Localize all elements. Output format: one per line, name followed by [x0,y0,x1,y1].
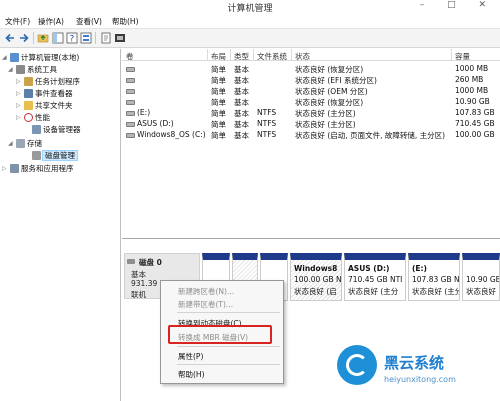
expand-icon[interactable]: ▷ [16,102,24,109]
tree-item-system-tools[interactable]: ◢ 系统工具 [8,64,57,76]
toolbar-separator [95,32,96,44]
volume-table-header: 卷 布局 类型 文件系统 状态 容量 [122,49,500,61]
table-row[interactable]: Windows8_OS (C:) 简单 基本 NTFS 状态良好 (启动, 页面… [122,129,500,140]
partition-recovery-2[interactable]: 10.90 GB 状态良好 [462,253,500,301]
help-icon[interactable]: ? [66,32,78,44]
connect-icon[interactable] [114,32,126,44]
services-icon [10,164,19,173]
highlight-box [168,325,272,344]
tree-item-services-applications[interactable]: ▷ 服务和应用程序 [2,163,74,175]
menu-new-striped-volume[interactable]: 新建带区卷(T)... [178,299,233,310]
tree-item-task-scheduler[interactable]: ▷ 任务计划程序 [16,76,80,88]
tree-item-device-manager[interactable]: 设备管理器 [24,124,81,136]
drive-icon [126,121,135,127]
menu-view[interactable]: 查看(V) [76,16,102,27]
toolbar-separator [33,32,34,44]
collapse-icon[interactable]: ◢ [8,140,16,147]
table-row[interactable]: 简单 基本 状态良好 (OEM 分区) 1000 MB [122,85,500,96]
window-controls[interactable]: – □ ✕ [420,0,496,10]
disk-icon [127,259,135,264]
storage-icon [16,139,25,148]
drive-icon [126,77,135,83]
drive-icon [126,99,135,105]
collapse-icon[interactable]: ◢ [2,54,10,61]
partition-windows8-c[interactable]: Windows8 100.00 GB N 状态良好 (启 [290,253,342,301]
title-bar: 计算机管理 – □ ✕ [0,0,500,14]
console-view-icon[interactable] [80,32,92,44]
device-manager-icon [32,125,41,134]
disk-size: 931.39 [131,279,158,288]
menu-separator [177,346,280,347]
menu-properties[interactable]: 属性(P) [178,351,203,362]
table-row[interactable]: 简单 基本 状态良好 (EFI 系统分区) 260 MB [122,74,500,85]
tree-item-computer-management[interactable]: ◢ 计算机管理(本地) [2,52,79,64]
column-filesystem[interactable]: 文件系统 [257,51,287,62]
forward-arrow-icon[interactable] [18,32,30,44]
shared-folder-icon [24,101,33,110]
tree-item-performance[interactable]: ▷ 性能 [16,112,50,124]
back-arrow-icon[interactable] [4,32,16,44]
menu-action[interactable]: 操作(A) [38,16,64,27]
collapse-icon[interactable]: ◢ [8,66,16,73]
table-row[interactable]: 简单 基本 状态良好 (恢复分区) 10.90 GB [122,96,500,107]
tree-item-shared-folders[interactable]: ▷ 共享文件夹 [16,100,73,112]
disk-management-icon [32,151,41,160]
properties-icon[interactable] [100,32,112,44]
partition-asus-d[interactable]: ASUS (D:) 710.45 GB NTI 状态良好 (主分 [344,253,406,301]
expand-icon[interactable]: ▷ [16,78,24,85]
column-volume[interactable]: 卷 [126,51,134,62]
system-tools-icon [16,65,25,74]
drive-icon [126,132,135,138]
drive-icon [126,88,135,94]
tree-item-storage[interactable]: ◢ 存储 [8,138,42,150]
expand-icon[interactable]: ▷ [16,90,24,97]
menu-help-item[interactable]: 帮助(H) [178,369,205,380]
tree-item-event-viewer[interactable]: ▷ 事件查看器 [16,88,73,100]
column-layout[interactable]: 布局 [211,51,226,62]
clock-icon [24,77,33,86]
expand-icon[interactable]: ▷ [2,165,10,172]
watermark-url: heiyunxitong.com [384,375,456,384]
navigation-tree: ◢ 计算机管理(本地) ◢ 系统工具 ▷ 任务计划程序 ▷ 事件查看器 ▷ 共享文件夹 ▷… [0,49,121,401]
menu-file[interactable]: 文件(F) [5,16,30,27]
partition-e[interactable]: (E:) 107.83 GB NT 状态良好 (主分 [408,253,460,301]
drive-icon [126,110,135,116]
volume-table: 卷 布局 类型 文件系统 状态 容量 简单 基本 状态良好 (恢复分区) 100… [122,49,500,239]
table-row[interactable]: ASUS (D:) 简单 基本 NTFS 状态良好 (主分区) 710.45 G… [122,118,500,129]
computer-management-icon [10,53,19,62]
drive-icon [126,66,135,72]
up-folder-icon[interactable] [37,32,49,44]
menu-bar: 文件(F) 操作(A) 查看(V) 帮助(H) [0,13,500,29]
svg-text:?: ? [70,35,75,45]
disk-name: 磁盘 0 [139,258,162,267]
menu-help[interactable]: 帮助(H) [112,16,139,27]
column-type[interactable]: 类型 [234,51,249,62]
performance-icon [24,113,33,122]
disk-state: 联机 [131,290,146,299]
column-status[interactable]: 状态 [295,51,310,62]
event-log-icon [24,89,33,98]
column-capacity[interactable]: 容量 [455,51,470,62]
toolbar: ? [0,29,500,48]
menu-separator [177,364,280,365]
table-row[interactable]: 简单 基本 状态良好 (恢复分区) 1000 MB [122,63,500,74]
watermark-brand: 黑云系统 [384,354,445,372]
tree-item-disk-management[interactable]: 磁盘管理 [24,150,78,162]
menu-new-spanned-volume[interactable]: 新建跨区卷(N)... [178,286,234,297]
table-row[interactable]: (E:) 简单 基本 NTFS 状态良好 (主分区) 107.83 GB [122,107,500,118]
menu-separator [177,312,280,313]
expand-icon[interactable]: ▷ [16,114,24,121]
watermark-logo-icon [337,345,377,385]
show-hide-tree-icon[interactable] [52,32,64,44]
